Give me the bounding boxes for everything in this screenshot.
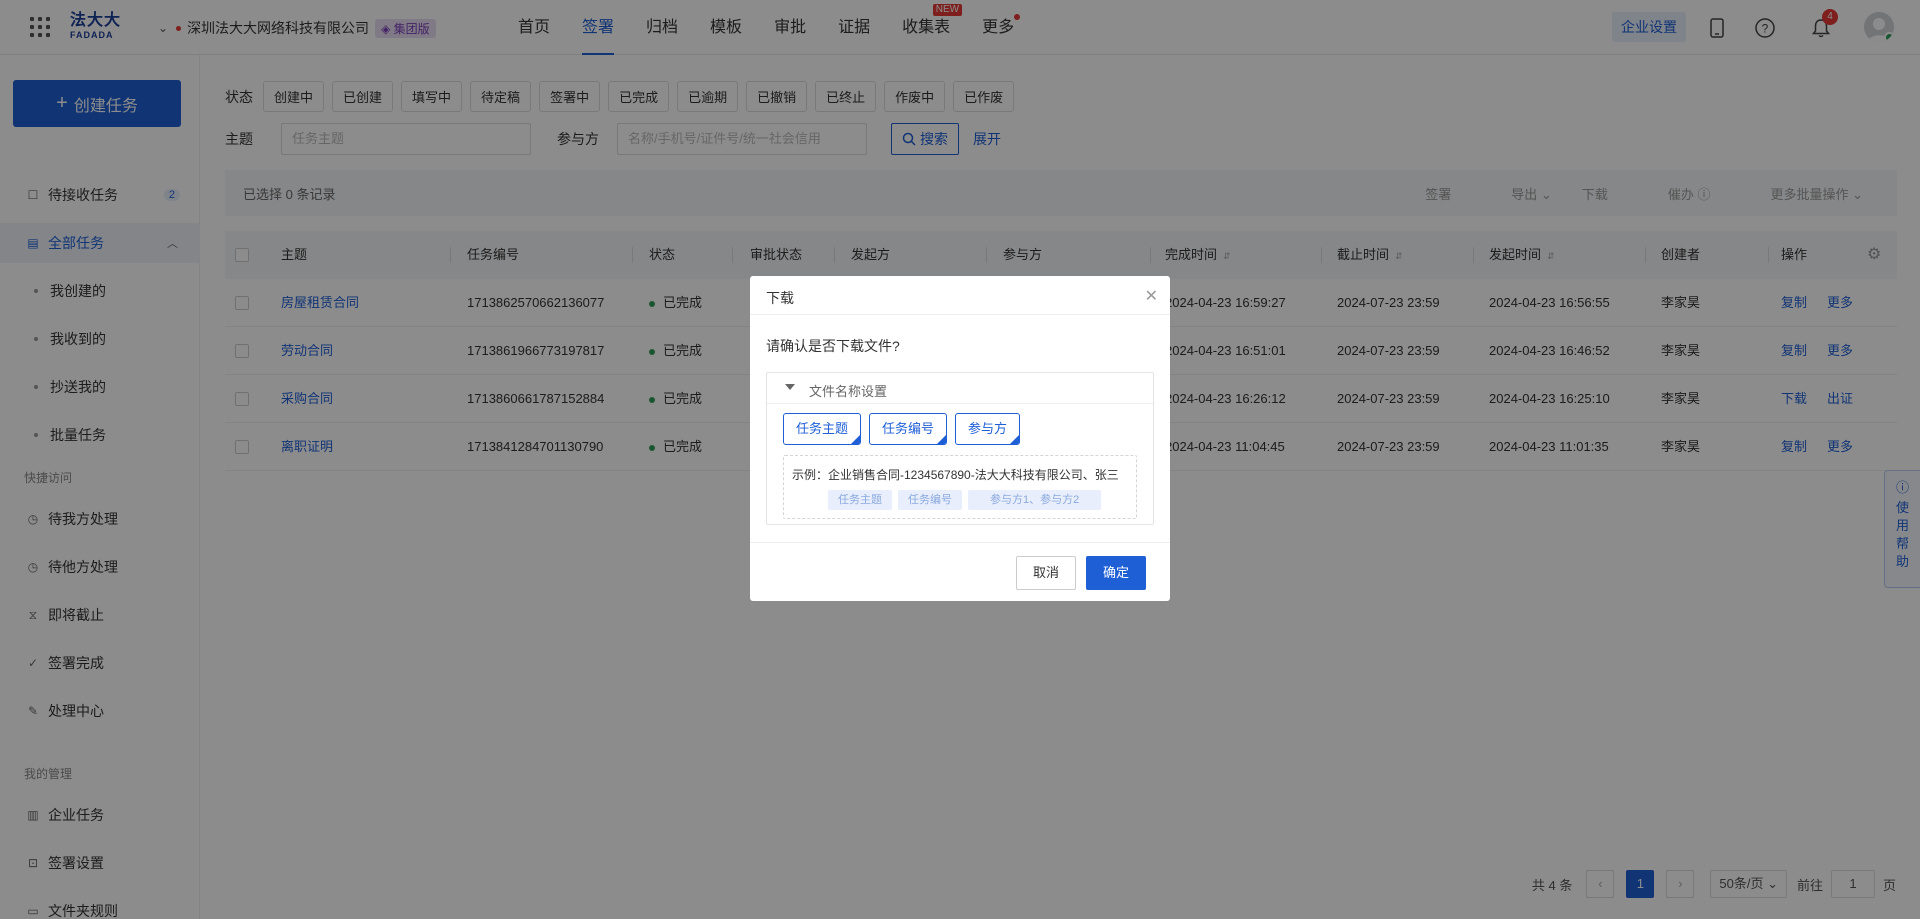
dialog-question: 请确认是否下载文件? (766, 338, 900, 354)
caret-down-icon (785, 384, 795, 390)
example-tag: 参与方1、参与方2 (968, 490, 1102, 510)
download-dialog: 下载 ✕ 请确认是否下载文件? 文件名称设置 任务主题 任务编号 参与方 示例：… (750, 276, 1170, 601)
dialog-header: 下载 ✕ (750, 276, 1170, 315)
example-tag: 任务编号 (898, 490, 962, 510)
dialog-title: 下载 (766, 290, 794, 306)
tag-task-subject[interactable]: 任务主题 (783, 413, 862, 445)
dialog-footer: 取消 确定 (750, 542, 1170, 601)
close-icon[interactable]: ✕ (1145, 286, 1158, 306)
tag-task-id[interactable]: 任务编号 (869, 413, 948, 445)
filename-tags: 任务主题 任务编号 参与方 (783, 413, 1028, 445)
confirm-button[interactable]: 确定 (1086, 556, 1146, 590)
example-tag: 任务主题 (828, 490, 892, 510)
filename-settings: 文件名称设置 任务主题 任务编号 参与方 示例：企业销售合同-123456789… (766, 372, 1154, 525)
cancel-button[interactable]: 取消 (1016, 556, 1076, 590)
filename-settings-title: 文件名称设置 (809, 384, 888, 399)
example-tags: 任务主题 任务编号 参与方1、参与方2 (828, 490, 1107, 510)
tag-participants[interactable]: 参与方 (955, 413, 1021, 445)
filename-settings-header[interactable]: 文件名称设置 (767, 373, 1153, 404)
example-text: 示例：企业销售合同-1234567890-法大大科技有限公司、张三 (792, 468, 1119, 482)
filename-example: 示例：企业销售合同-1234567890-法大大科技有限公司、张三 任务主题 任… (783, 455, 1137, 519)
